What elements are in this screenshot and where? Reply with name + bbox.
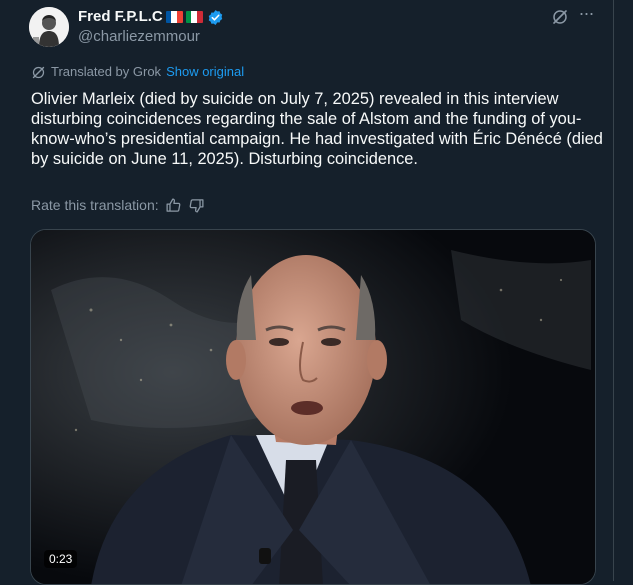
video-duration-badge: 0:23 xyxy=(44,550,78,568)
grok-icon[interactable] xyxy=(551,8,569,26)
grok-small-icon xyxy=(32,66,45,78)
translation-notice: Translated by Grok Show original xyxy=(31,64,244,80)
thumbs-down-icon[interactable] xyxy=(188,197,205,214)
rate-label: Rate this translation: xyxy=(31,197,159,213)
tweet-text: Olivier Marleix (died by suicide on July… xyxy=(31,90,603,168)
author-display-name[interactable]: Fred F.P.L.C xyxy=(78,8,163,26)
author-name-row[interactable]: Fred F.P.L.C xyxy=(78,8,224,26)
italy-flag-icon xyxy=(185,11,203,23)
avatar[interactable] xyxy=(29,7,69,47)
show-original-link[interactable]: Show original xyxy=(166,64,244,80)
verified-badge-icon xyxy=(208,9,222,25)
translated-label: Translated by Grok xyxy=(51,64,162,79)
video-frame xyxy=(31,230,595,584)
thumbs-up-icon[interactable] xyxy=(165,197,182,214)
video-player[interactable]: 0:23 xyxy=(30,229,596,585)
more-icon[interactable]: ··· xyxy=(576,4,596,26)
tweet-card: Fred F.P.L.C @charliezemmour ··· Transla… xyxy=(0,0,614,585)
france-flag-icon xyxy=(165,11,183,23)
author-handle[interactable]: @charliezemmour xyxy=(78,28,200,46)
rate-translation-row: Rate this translation: xyxy=(31,196,205,214)
